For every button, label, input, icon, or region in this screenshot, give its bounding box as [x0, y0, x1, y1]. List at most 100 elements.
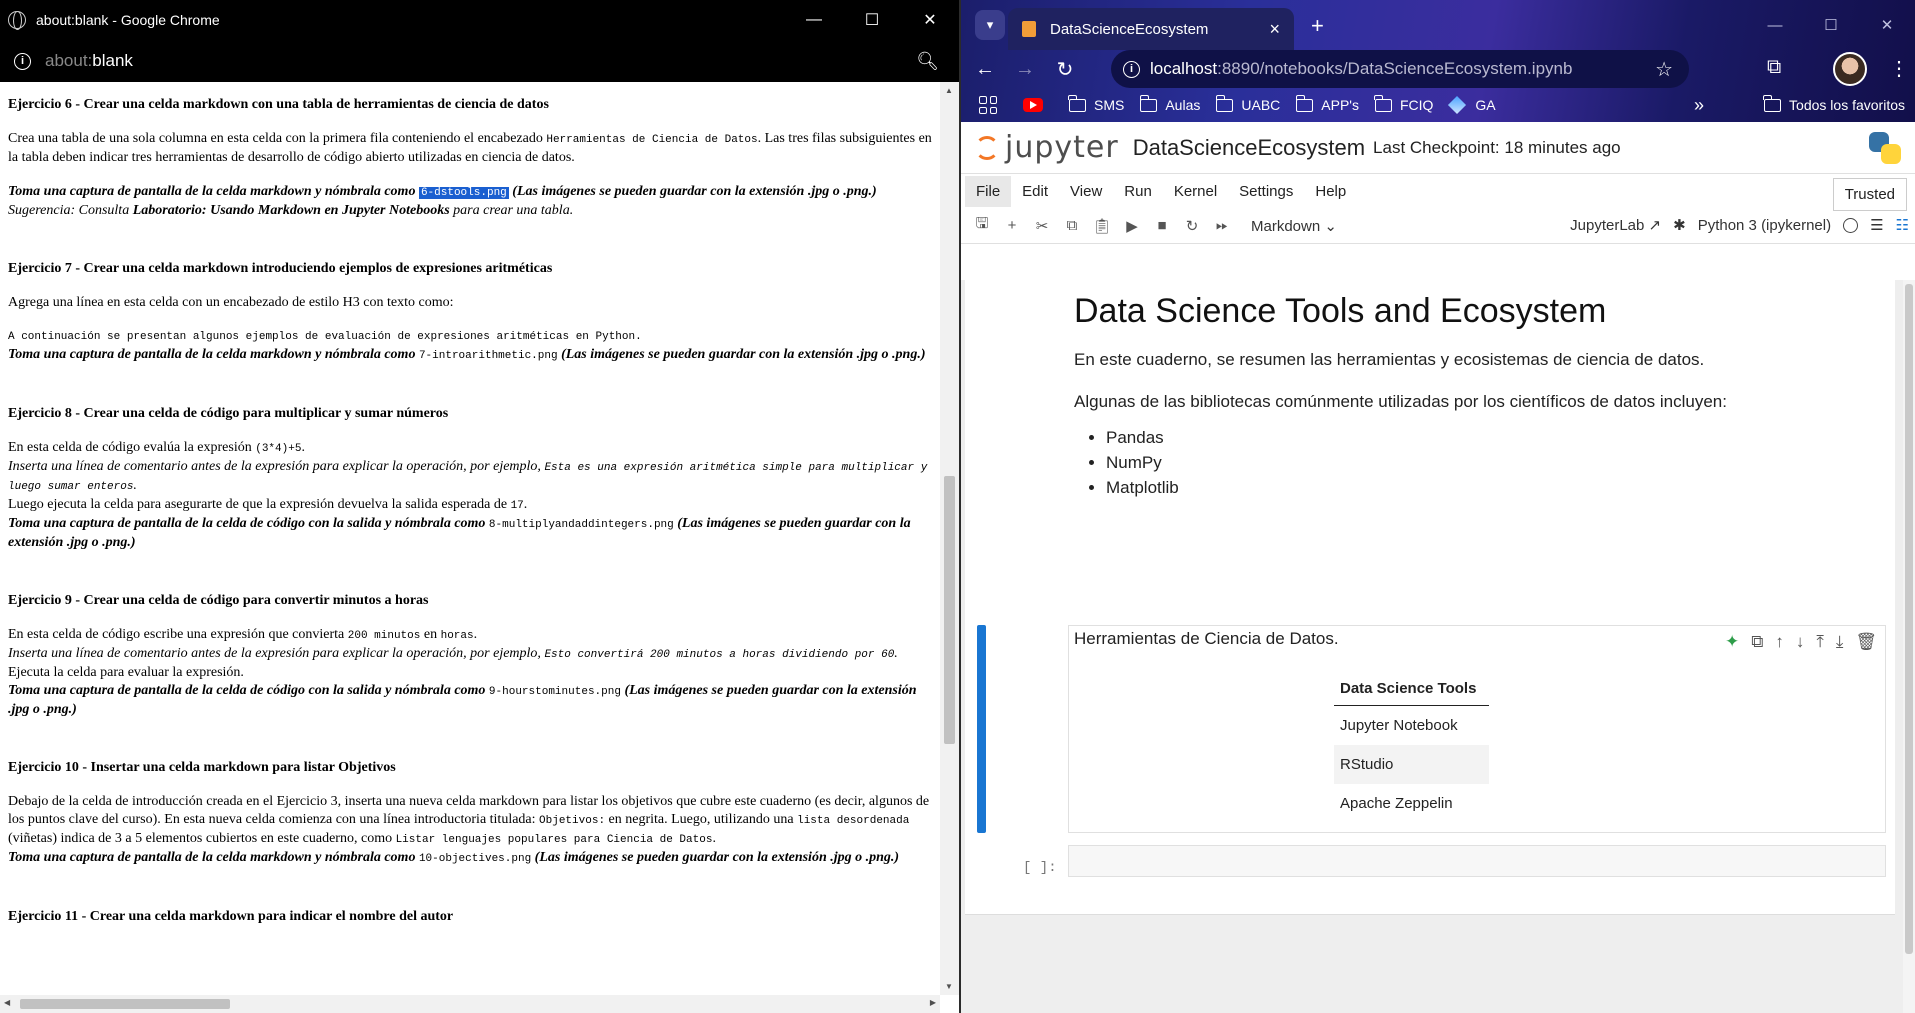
bookmark-ga[interactable]: GA [1448, 95, 1496, 115]
duplicate-icon[interactable]: ⧉ [1751, 632, 1763, 652]
zoom-icon[interactable]: 🔍︎ [916, 51, 939, 72]
address-bar[interactable]: i about: blank 🔍︎ [0, 40, 959, 82]
all-bookmarks-label: Todos los favoritos [1789, 97, 1905, 113]
apps-grid-icon[interactable] [979, 96, 997, 114]
markdown-cell-title[interactable]: Data Science Tools and Ecosystem [1074, 292, 1606, 331]
menu-run[interactable]: Run [1113, 176, 1163, 207]
reload-icon[interactable]: ↻ [1045, 57, 1085, 82]
menu-kernel[interactable]: Kernel [1163, 176, 1228, 207]
navigation-bar: ← → ↻ i localhost:8890/notebooks/DataSci… [961, 50, 1915, 88]
scroll-thumb[interactable] [20, 999, 230, 1009]
close-button[interactable]: ✕ [901, 0, 959, 40]
extensions-icon[interactable]: ⧉ [1767, 56, 1781, 79]
more-menu-icon[interactable]: ⋮ [1889, 56, 1909, 81]
execution-prompt: [ ]: [1023, 860, 1057, 876]
sparkle-icon[interactable]: ✦ [1725, 632, 1739, 652]
fast-forward-icon[interactable]: ⏩︎ [1207, 217, 1237, 234]
window-controls: — ☐ ✕ [785, 0, 959, 40]
highlighted-filename: 6-dstools.png [418, 187, 509, 199]
minimize-button[interactable]: — [1747, 0, 1803, 50]
restart-icon[interactable]: ↻ [1177, 217, 1207, 235]
tab-datascienceecosystem[interactable]: DataScienceEcosystem × [1008, 8, 1294, 50]
filename: 9-hourstominutes.png [488, 686, 621, 698]
text: para crear una tabla. [449, 203, 574, 218]
table-row: Apache Zeppelin [1334, 784, 1489, 823]
close-button[interactable]: ✕ [1859, 0, 1915, 50]
insert-above-icon[interactable]: ⤒ [1816, 632, 1824, 652]
insert-below-icon[interactable]: ⤓ [1836, 632, 1844, 652]
menu-help[interactable]: Help [1304, 176, 1357, 207]
bookmark-sms[interactable]: SMS [1068, 94, 1124, 113]
forward-arrow-icon[interactable]: → [1005, 58, 1045, 81]
youtube-icon[interactable] [1023, 98, 1043, 112]
bookmark-uabc[interactable]: UABC [1215, 94, 1280, 113]
site-info-icon[interactable]: i [1123, 60, 1140, 78]
jupyterlab-link[interactable]: JupyterLab ↗ [1570, 216, 1661, 234]
debugger-icon[interactable]: ✱ [1673, 216, 1686, 234]
empty-code-cell[interactable] [1068, 845, 1886, 877]
inline-code: lista desordenada [797, 815, 910, 827]
profile-avatar[interactable] [1833, 52, 1867, 86]
trusted-indicator[interactable]: Trusted [1832, 178, 1907, 211]
close-tab-icon[interactable]: × [1269, 19, 1280, 40]
inline-code: Esto convertirá 200 minutos a horas divi… [544, 649, 895, 661]
bookmark-fciq[interactable]: FCIQ [1374, 94, 1433, 113]
bookmark-label: APP's [1321, 97, 1359, 113]
kernel-name[interactable]: Python 3 (ipykernel) [1698, 217, 1831, 234]
more-bookmarks-icon[interactable]: » [1694, 95, 1704, 116]
notebook-name[interactable]: DataScienceEcosystem [1133, 135, 1365, 161]
filename: 7-introarithmetic.png [418, 350, 558, 362]
scroll-down-arrow-icon[interactable]: ▼ [945, 982, 953, 991]
new-tab-icon[interactable]: + [1311, 13, 1324, 39]
screenshot-instruction: Toma una captura de pantalla de la celda… [8, 849, 932, 868]
property-inspector-icon[interactable]: ☷ [1896, 216, 1909, 234]
scroll-up-arrow-icon[interactable]: ▲ [945, 86, 953, 95]
active-cell-indicator [977, 625, 986, 833]
menu-file[interactable]: File [965, 175, 1012, 207]
cut-icon[interactable]: ✂ [1027, 217, 1057, 235]
tab-strip: ▾ DataScienceEcosystem × + — ☐ ✕ [961, 0, 1915, 50]
scroll-thumb[interactable] [944, 476, 955, 744]
bookmark-apps[interactable]: APP's [1295, 94, 1359, 113]
tab-search-icon[interactable]: ▾ [975, 10, 1005, 40]
menu-view[interactable]: View [1059, 176, 1113, 207]
info-icon[interactable]: i [14, 52, 31, 70]
exercise-heading: Ejercicio 7 - Crear una celda markdown i… [8, 261, 553, 276]
markdown-cell-intro[interactable]: En este cuaderno, se resumen las herrami… [1074, 350, 1704, 370]
bookmark-star-icon[interactable]: ☆ [1655, 57, 1673, 82]
maximize-button[interactable]: ☐ [843, 0, 901, 40]
run-icon[interactable]: ▶ [1117, 217, 1147, 235]
bookmark-aulas[interactable]: Aulas [1139, 94, 1200, 113]
list-item: Matplotlib [1106, 478, 1727, 498]
vertical-scrollbar[interactable]: ▲ ▼ [940, 82, 959, 995]
back-arrow-icon[interactable]: ← [965, 58, 1005, 81]
text: . [894, 646, 898, 661]
all-bookmarks[interactable]: Todos los favoritos [1763, 94, 1905, 113]
move-up-icon[interactable]: ↑ [1775, 632, 1784, 652]
scroll-left-arrow-icon[interactable]: ◀ [4, 998, 10, 1007]
notebook-scrollbar[interactable] [1903, 280, 1915, 1013]
add-cell-icon[interactable]: + [997, 217, 1027, 234]
scroll-right-arrow-icon[interactable]: ▶ [930, 998, 936, 1007]
menu-settings[interactable]: Settings [1228, 176, 1304, 207]
selected-markdown-cell[interactable]: Herramientas de Ciencia de Datos. ✦ ⧉ ↑ … [1068, 625, 1886, 833]
jupyter-logo[interactable]: jupyter [975, 130, 1119, 165]
menu-edit[interactable]: Edit [1011, 176, 1059, 207]
address-bar[interactable]: i localhost:8890/notebooks/DataScienceEc… [1111, 50, 1689, 88]
save-icon[interactable]: 🖫︎ [967, 213, 997, 238]
inline-code: Objetivos: [539, 815, 606, 827]
paste-icon[interactable]: 📋︎ [1087, 217, 1117, 235]
horizontal-scrollbar[interactable]: ◀ ▶ [0, 995, 940, 1013]
stop-icon[interactable]: ■ [1147, 217, 1177, 234]
move-down-icon[interactable]: ↓ [1796, 632, 1805, 652]
code-example: A continuación se presentan algunos ejem… [8, 331, 642, 343]
cell-type-dropdown[interactable]: Markdown ⌄ [1251, 217, 1337, 235]
menu-lines-icon[interactable]: ☰ [1870, 216, 1883, 234]
notebook-area[interactable]: Data Science Tools and Ecosystem En este… [961, 280, 1915, 1013]
maximize-button[interactable]: ☐ [1803, 0, 1859, 50]
markdown-cell-libraries[interactable]: Algunas de las bibliotecas comúnmente ut… [1074, 392, 1727, 503]
minimize-button[interactable]: — [785, 0, 843, 40]
copy-icon[interactable]: ⧉ [1057, 217, 1087, 234]
scroll-thumb[interactable] [1905, 284, 1913, 954]
delete-icon[interactable]: 🗑︎ [1855, 632, 1877, 652]
